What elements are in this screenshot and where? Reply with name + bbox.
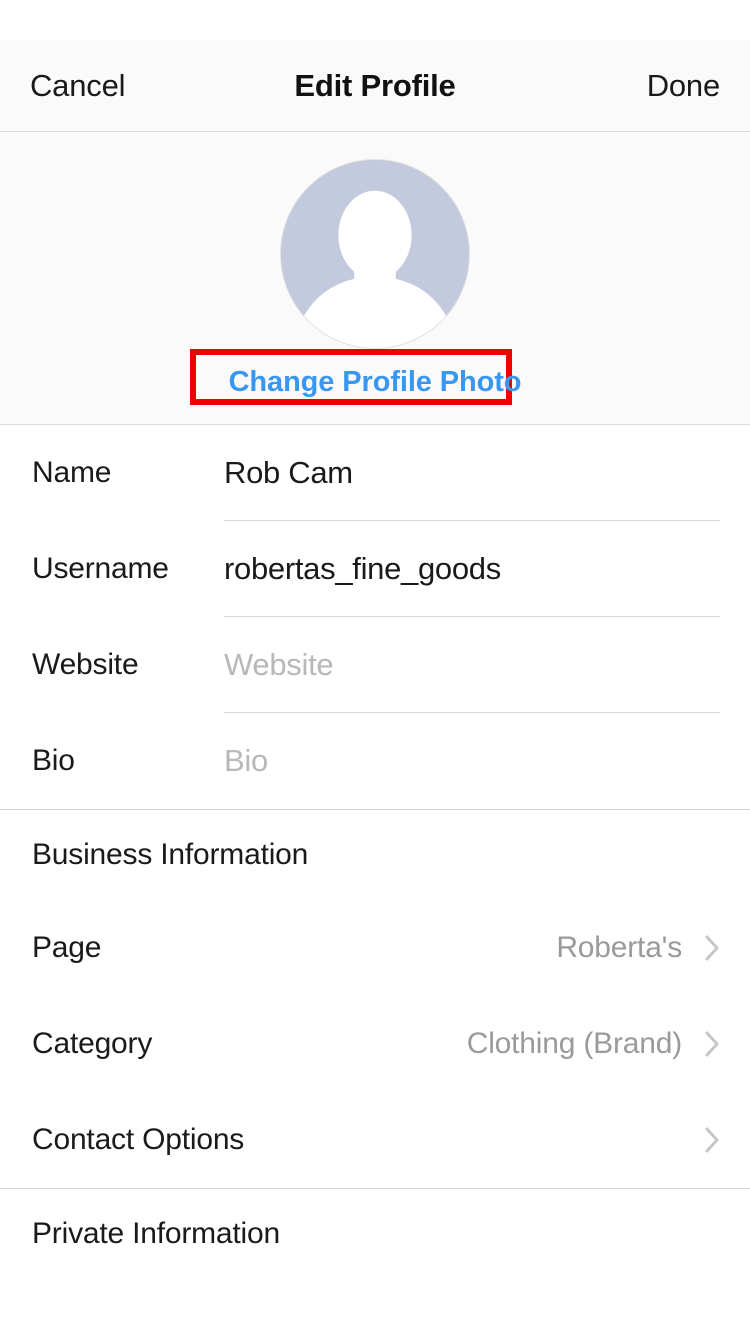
field-label-name: Name xyxy=(32,456,112,489)
name-input[interactable]: Rob Cam xyxy=(224,425,750,521)
private-information-section: Private Information xyxy=(0,1189,750,1279)
private-information-heading: Private Information xyxy=(32,1217,280,1250)
field-row-website[interactable]: Website Website xyxy=(0,617,750,713)
cancel-button[interactable]: Cancel xyxy=(30,68,125,104)
chevron-right-icon xyxy=(704,933,722,963)
business-row-page[interactable]: Page Roberta's xyxy=(0,900,750,996)
business-row-label: Page xyxy=(32,931,102,964)
business-information-heading: Business Information xyxy=(32,838,309,871)
business-row-label: Contact Options xyxy=(32,1123,245,1156)
change-photo-holder: Change Profile Photo xyxy=(189,349,522,405)
business-information-section: Business Information Page Roberta's Cate… xyxy=(0,810,750,1188)
status-bar-area xyxy=(0,0,750,40)
business-row-value: Roberta's xyxy=(556,931,682,964)
field-label-username: Username xyxy=(32,552,169,585)
website-input[interactable]: Website xyxy=(224,617,750,713)
done-button[interactable]: Done xyxy=(647,68,721,104)
field-row-name[interactable]: Name Rob Cam xyxy=(0,425,750,521)
edit-profile-screen: Cancel Edit Profile Done Change Profile … xyxy=(0,0,750,1334)
bio-input[interactable]: Bio xyxy=(224,713,750,809)
username-input[interactable]: robertas_fine_goods xyxy=(224,521,750,617)
business-row-category[interactable]: Category Clothing (Brand) xyxy=(0,996,750,1092)
profile-fields-group: Name Rob Cam Username robertas_fine_good… xyxy=(0,425,750,809)
field-row-username[interactable]: Username robertas_fine_goods xyxy=(0,521,750,617)
change-profile-photo-button[interactable]: Change Profile Photo xyxy=(229,365,522,399)
avatar[interactable] xyxy=(280,159,470,349)
chevron-right-icon xyxy=(704,1125,722,1155)
default-avatar-icon xyxy=(281,160,469,348)
business-row-contact-options[interactable]: Contact Options xyxy=(0,1092,750,1188)
field-label-website: Website xyxy=(32,648,139,681)
field-row-bio[interactable]: Bio Bio xyxy=(0,713,750,809)
nav-header: Cancel Edit Profile Done xyxy=(0,40,750,132)
field-label-bio: Bio xyxy=(32,744,75,777)
profile-photo-section: Change Profile Photo xyxy=(0,132,750,425)
business-row-label: Category xyxy=(32,1027,153,1060)
business-row-value: Clothing (Brand) xyxy=(466,1027,682,1060)
chevron-right-icon xyxy=(704,1029,722,1059)
